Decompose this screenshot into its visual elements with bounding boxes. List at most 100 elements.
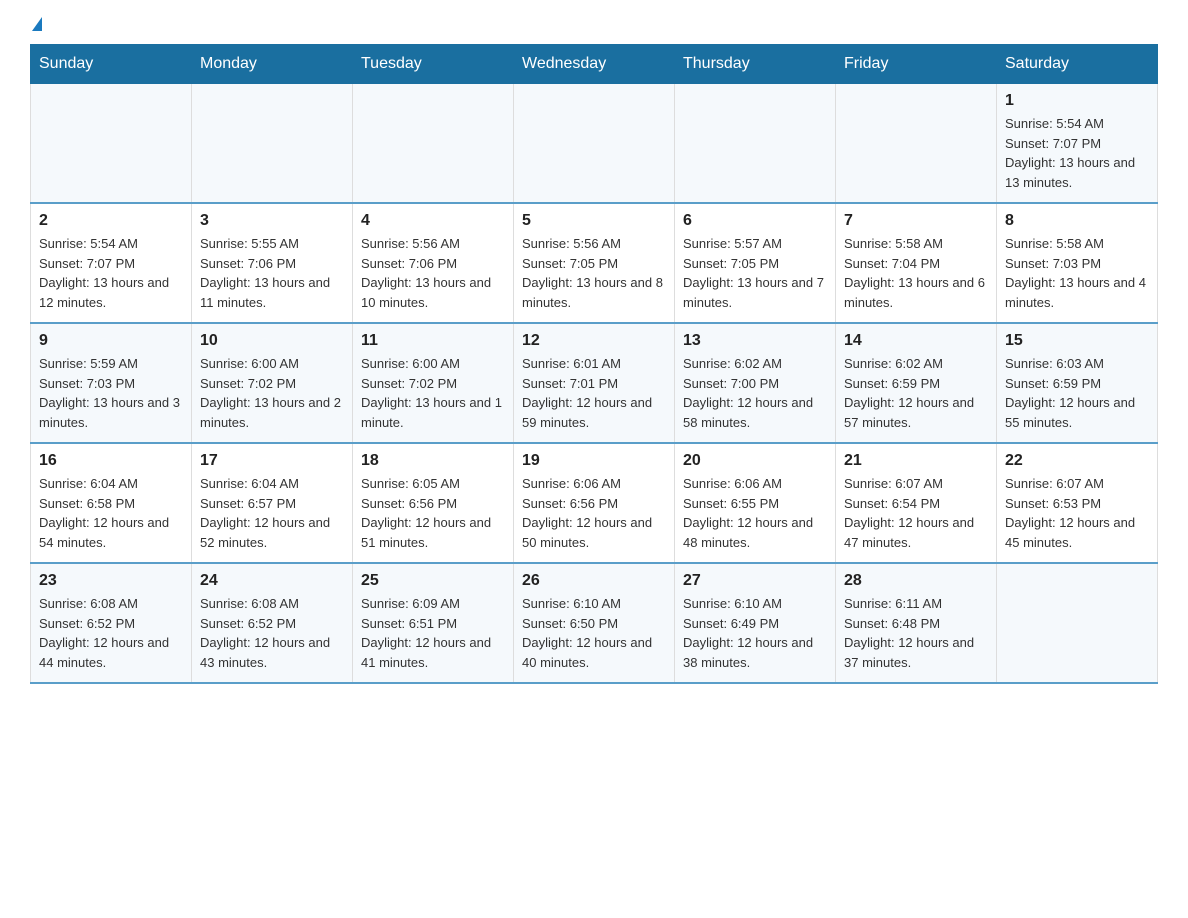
header-thursday: Thursday — [675, 45, 836, 84]
calendar-cell: 3 Sunrise: 5:55 AM Sunset: 7:06 PM Daylig… — [192, 203, 353, 323]
calendar-cell — [31, 84, 192, 204]
calendar-cell: 6 Sunrise: 5:57 AM Sunset: 7:05 PM Daylig… — [675, 203, 836, 323]
calendar-cell — [997, 563, 1158, 683]
day-number: 11 — [361, 332, 505, 350]
day-number: 16 — [39, 452, 183, 470]
day-number: 19 — [522, 452, 666, 470]
calendar-cell: 19Sunrise: 6:06 AM Sunset: 6:56 PM Dayli… — [514, 443, 675, 563]
day-info: Sunrise: 5:55 AM Sunset: 7:06 PM Dayligh… — [200, 234, 344, 312]
calendar-cell — [514, 84, 675, 204]
calendar-cell: 18 Sunrise: 6:05 AM Sunset: 6:56 PM Dayli… — [353, 443, 514, 563]
calendar-cell: 27 Sunrise: 6:10 AM Sunset: 6:49 PM Dayli… — [675, 563, 836, 683]
calendar-cell: 21 Sunrise: 6:07 AM Sunset: 6:54 PM Dayli… — [836, 443, 997, 563]
day-info: Sunrise: 6:10 AM Sunset: 6:49 PM Dayligh… — [683, 594, 827, 672]
day-number: 14 — [844, 332, 988, 350]
calendar-cell: 23 Sunrise: 6:08 AM Sunset: 6:52 PM Dayli… — [31, 563, 192, 683]
day-number: 4 — [361, 212, 505, 230]
day-number: 6 — [683, 212, 827, 230]
day-info: Sunrise: 5:56 AM Sunset: 7:05 PM Dayligh… — [522, 234, 666, 312]
calendar-table: SundayMondayTuesdayWednesdayThursdayFrid… — [30, 44, 1158, 684]
calendar-cell: 8 Sunrise: 5:58 AM Sunset: 7:03 PM Daylig… — [997, 203, 1158, 323]
day-number: 25 — [361, 572, 505, 590]
day-info: Sunrise: 6:00 AM Sunset: 7:02 PM Dayligh… — [361, 354, 505, 432]
day-info: Sunrise: 5:54 AM Sunset: 7:07 PM Dayligh… — [1005, 114, 1149, 192]
day-info: Sunrise: 6:07 AM Sunset: 6:54 PM Dayligh… — [844, 474, 988, 552]
day-number: 5 — [522, 212, 666, 230]
day-number: 26 — [522, 572, 666, 590]
calendar-cell: 28 Sunrise: 6:11 AM Sunset: 6:48 PM Dayli… — [836, 563, 997, 683]
calendar-week-row: 23 Sunrise: 6:08 AM Sunset: 6:52 PM Dayli… — [31, 563, 1158, 683]
day-info: Sunrise: 6:02 AM Sunset: 6:59 PM Dayligh… — [844, 354, 988, 432]
header-friday: Friday — [836, 45, 997, 84]
day-number: 9 — [39, 332, 183, 350]
calendar-week-row: 1 Sunrise: 5:54 AM Sunset: 7:07 PM Daylig… — [31, 84, 1158, 204]
day-info: Sunrise: 5:58 AM Sunset: 7:04 PM Dayligh… — [844, 234, 988, 312]
calendar-cell — [192, 84, 353, 204]
day-number: 28 — [844, 572, 988, 590]
day-number: 3 — [200, 212, 344, 230]
day-info: Sunrise: 6:10 AM Sunset: 6:50 PM Dayligh… — [522, 594, 666, 672]
header-saturday: Saturday — [997, 45, 1158, 84]
header-monday: Monday — [192, 45, 353, 84]
day-number: 12 — [522, 332, 666, 350]
calendar-cell: 17 Sunrise: 6:04 AM Sunset: 6:57 PM Dayli… — [192, 443, 353, 563]
day-number: 27 — [683, 572, 827, 590]
calendar-cell — [836, 84, 997, 204]
calendar-cell: 2 Sunrise: 5:54 AM Sunset: 7:07 PM Daylig… — [31, 203, 192, 323]
day-number: 17 — [200, 452, 344, 470]
calendar-cell: 1 Sunrise: 5:54 AM Sunset: 7:07 PM Daylig… — [997, 84, 1158, 204]
day-info: Sunrise: 6:02 AM Sunset: 7:00 PM Dayligh… — [683, 354, 827, 432]
calendar-cell: 9 Sunrise: 5:59 AM Sunset: 7:03 PM Daylig… — [31, 323, 192, 443]
day-info: Sunrise: 5:59 AM Sunset: 7:03 PM Dayligh… — [39, 354, 183, 432]
day-number: 8 — [1005, 212, 1149, 230]
calendar-week-row: 16 Sunrise: 6:04 AM Sunset: 6:58 PM Dayli… — [31, 443, 1158, 563]
day-info: Sunrise: 6:08 AM Sunset: 6:52 PM Dayligh… — [200, 594, 344, 672]
header-sunday: Sunday — [31, 45, 192, 84]
calendar-cell — [675, 84, 836, 204]
day-info: Sunrise: 6:09 AM Sunset: 6:51 PM Dayligh… — [361, 594, 505, 672]
calendar-cell — [353, 84, 514, 204]
calendar-cell: 14 Sunrise: 6:02 AM Sunset: 6:59 PM Dayli… — [836, 323, 997, 443]
calendar-cell: 26 Sunrise: 6:10 AM Sunset: 6:50 PM Dayli… — [514, 563, 675, 683]
day-info: Sunrise: 6:11 AM Sunset: 6:48 PM Dayligh… — [844, 594, 988, 672]
day-number: 22 — [1005, 452, 1149, 470]
calendar-header-row: SundayMondayTuesdayWednesdayThursdayFrid… — [31, 45, 1158, 84]
day-info: Sunrise: 5:54 AM Sunset: 7:07 PM Dayligh… — [39, 234, 183, 312]
day-number: 7 — [844, 212, 988, 230]
day-number: 23 — [39, 572, 183, 590]
day-info: Sunrise: 6:08 AM Sunset: 6:52 PM Dayligh… — [39, 594, 183, 672]
day-info: Sunrise: 6:04 AM Sunset: 6:58 PM Dayligh… — [39, 474, 183, 552]
calendar-week-row: 2 Sunrise: 5:54 AM Sunset: 7:07 PM Daylig… — [31, 203, 1158, 323]
calendar-cell: 15Sunrise: 6:03 AM Sunset: 6:59 PM Dayli… — [997, 323, 1158, 443]
page-header — [30, 20, 1158, 34]
calendar-cell: 4 Sunrise: 5:56 AM Sunset: 7:06 PM Daylig… — [353, 203, 514, 323]
calendar-cell: 11 Sunrise: 6:00 AM Sunset: 7:02 PM Dayli… — [353, 323, 514, 443]
calendar-cell: 24 Sunrise: 6:08 AM Sunset: 6:52 PM Dayli… — [192, 563, 353, 683]
header-tuesday: Tuesday — [353, 45, 514, 84]
calendar-cell: 10Sunrise: 6:00 AM Sunset: 7:02 PM Dayli… — [192, 323, 353, 443]
calendar-cell: 13Sunrise: 6:02 AM Sunset: 7:00 PM Dayli… — [675, 323, 836, 443]
day-number: 15 — [1005, 332, 1149, 350]
day-number: 1 — [1005, 92, 1149, 110]
logo-triangle-icon — [32, 17, 42, 31]
day-info: Sunrise: 5:58 AM Sunset: 7:03 PM Dayligh… — [1005, 234, 1149, 312]
day-number: 2 — [39, 212, 183, 230]
calendar-cell: 25 Sunrise: 6:09 AM Sunset: 6:51 PM Dayli… — [353, 563, 514, 683]
day-info: Sunrise: 6:05 AM Sunset: 6:56 PM Dayligh… — [361, 474, 505, 552]
day-info: Sunrise: 5:56 AM Sunset: 7:06 PM Dayligh… — [361, 234, 505, 312]
day-number: 24 — [200, 572, 344, 590]
day-info: Sunrise: 6:07 AM Sunset: 6:53 PM Dayligh… — [1005, 474, 1149, 552]
calendar-cell: 5 Sunrise: 5:56 AM Sunset: 7:05 PM Daylig… — [514, 203, 675, 323]
day-info: Sunrise: 6:01 AM Sunset: 7:01 PM Dayligh… — [522, 354, 666, 432]
header-wednesday: Wednesday — [514, 45, 675, 84]
day-info: Sunrise: 6:06 AM Sunset: 6:55 PM Dayligh… — [683, 474, 827, 552]
day-number: 20 — [683, 452, 827, 470]
logo — [30, 20, 42, 34]
day-number: 18 — [361, 452, 505, 470]
calendar-cell: 7 Sunrise: 5:58 AM Sunset: 7:04 PM Daylig… — [836, 203, 997, 323]
day-number: 21 — [844, 452, 988, 470]
calendar-cell: 20 Sunrise: 6:06 AM Sunset: 6:55 PM Dayli… — [675, 443, 836, 563]
day-info: Sunrise: 6:04 AM Sunset: 6:57 PM Dayligh… — [200, 474, 344, 552]
calendar-cell: 22 Sunrise: 6:07 AM Sunset: 6:53 PM Dayli… — [997, 443, 1158, 563]
day-info: Sunrise: 5:57 AM Sunset: 7:05 PM Dayligh… — [683, 234, 827, 312]
